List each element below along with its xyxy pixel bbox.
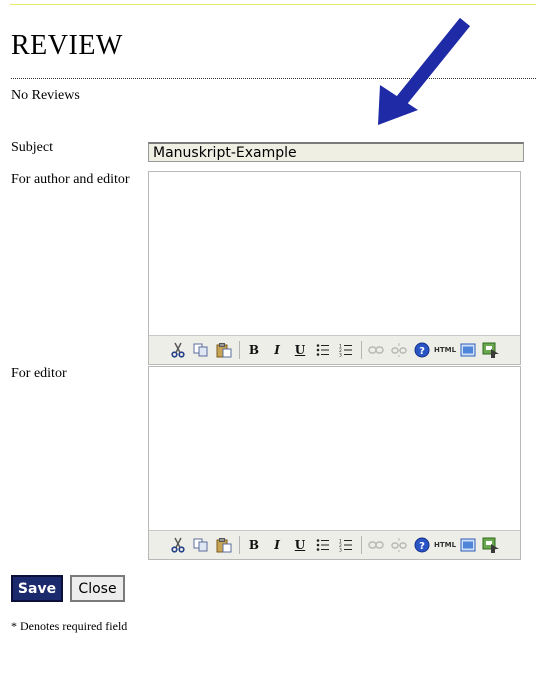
- author-editor-textarea[interactable]: [149, 172, 520, 330]
- html-icon[interactable]: HTML: [434, 535, 456, 555]
- toolbar-separator: [238, 536, 240, 554]
- author-editor-label: For author and editor: [11, 172, 130, 187]
- pointer-arrow-icon: [378, 17, 471, 125]
- link-icon[interactable]: [366, 535, 386, 555]
- cut-icon[interactable]: [168, 340, 188, 360]
- bold-icon[interactable]: B: [244, 340, 264, 360]
- editor-only-richtext: B I U 123 ? HTML: [148, 366, 521, 560]
- save-button[interactable]: Save: [11, 575, 63, 602]
- bold-icon[interactable]: B: [244, 535, 264, 555]
- bullet-list-icon[interactable]: [313, 535, 333, 555]
- unlink-icon[interactable]: [389, 535, 409, 555]
- bullet-list-icon[interactable]: [313, 340, 333, 360]
- cut-icon[interactable]: [168, 535, 188, 555]
- numbered-list-icon[interactable]: 123: [336, 535, 356, 555]
- svg-text:3: 3: [339, 548, 342, 553]
- svg-text:?: ?: [419, 346, 425, 357]
- review-status: No Reviews: [11, 88, 80, 103]
- subject-label: Subject: [11, 140, 53, 155]
- required-field-note: * Denotes required field: [11, 619, 128, 633]
- editor-only-label: For editor: [11, 366, 67, 381]
- paste-icon[interactable]: [214, 535, 234, 555]
- svg-text:3: 3: [339, 353, 342, 358]
- unlink-icon[interactable]: [389, 340, 409, 360]
- help-icon[interactable]: ?: [412, 340, 432, 360]
- toolbar-separator: [238, 341, 240, 359]
- italic-icon[interactable]: I: [267, 535, 287, 555]
- author-editor-toolbar: B I U 123 ? HTML: [149, 335, 520, 364]
- top-divider-line: [10, 4, 536, 5]
- paste-icon[interactable]: [214, 340, 234, 360]
- toolbar-separator: [360, 341, 362, 359]
- close-button[interactable]: Close: [70, 575, 125, 602]
- image-icon[interactable]: [481, 535, 501, 555]
- author-editor-richtext: B I U 123 ? HTML: [148, 171, 521, 365]
- svg-text:?: ?: [419, 541, 425, 552]
- html-icon[interactable]: HTML: [434, 340, 456, 360]
- copy-icon[interactable]: [191, 340, 211, 360]
- fullscreen-icon[interactable]: [458, 535, 478, 555]
- image-icon[interactable]: [481, 340, 501, 360]
- fullscreen-icon[interactable]: [458, 340, 478, 360]
- editor-only-textarea[interactable]: [149, 367, 520, 525]
- link-icon[interactable]: [366, 340, 386, 360]
- copy-icon[interactable]: [191, 535, 211, 555]
- numbered-list-icon[interactable]: 123: [336, 340, 356, 360]
- italic-icon[interactable]: I: [267, 340, 287, 360]
- toolbar-separator: [360, 536, 362, 554]
- subject-input[interactable]: [148, 142, 524, 162]
- help-icon[interactable]: ?: [412, 535, 432, 555]
- page-title: REVIEW: [11, 30, 123, 61]
- editor-only-toolbar: B I U 123 ? HTML: [149, 530, 520, 559]
- underline-icon[interactable]: U: [290, 535, 310, 555]
- underline-icon[interactable]: U: [290, 340, 310, 360]
